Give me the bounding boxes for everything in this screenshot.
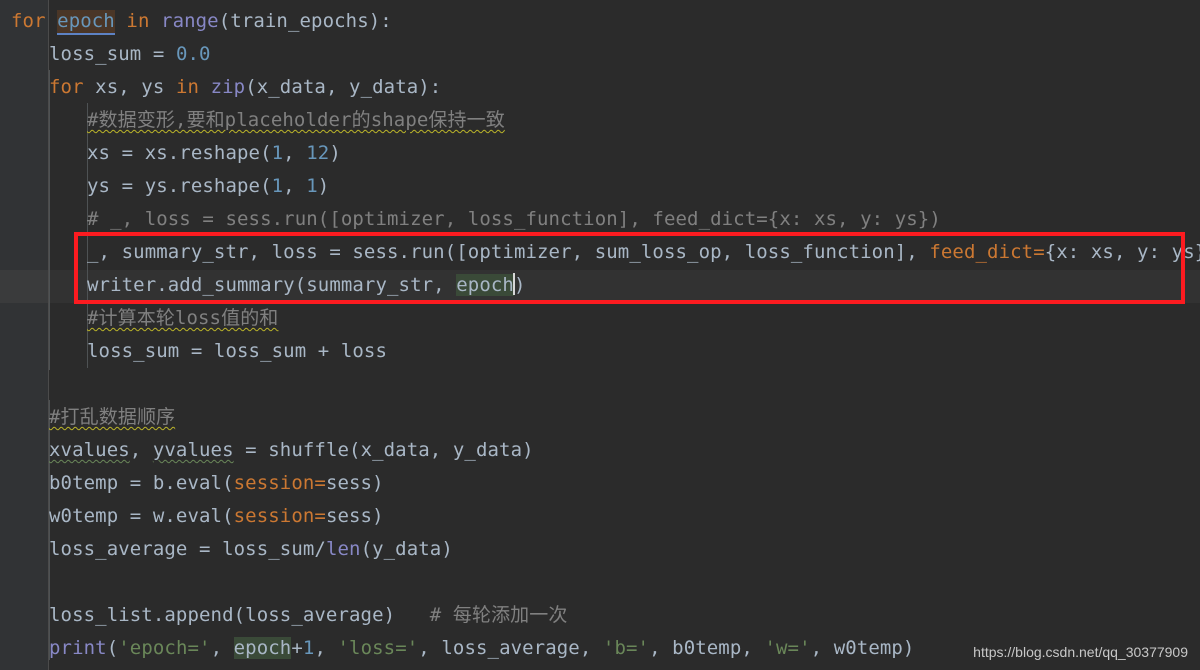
code-token: ( xyxy=(106,637,119,659)
code-line[interactable]: #数据变形,要和placeholder的shape保持一致 xyxy=(87,104,505,137)
code-line[interactable]: loss_sum = 0.0 xyxy=(49,38,211,71)
code-token: range xyxy=(161,10,219,32)
watermark-url: https://blog.csdn.net/qq_30377909 xyxy=(973,644,1188,660)
code-token: , loss_average, xyxy=(418,637,603,659)
code-token: in xyxy=(126,10,162,32)
code-token: loss_sum = loss_sum + loss xyxy=(87,340,388,362)
code-line[interactable]: b0temp = b.eval(session=sess) xyxy=(49,467,384,500)
code-line[interactable]: #计算本轮loss值的和 xyxy=(87,302,278,335)
code-token: #计算本轮loss值的和 xyxy=(87,307,279,329)
code-token: + xyxy=(291,637,303,659)
code-token: feed_dict= xyxy=(929,241,1045,263)
code-token: xs = xs.reshape( xyxy=(87,142,272,164)
code-token: , xyxy=(283,175,307,197)
code-token: xs, ys xyxy=(95,76,176,98)
code-line[interactable]: print('epoch=', epoch+1, 'loss=', loss_a… xyxy=(49,632,914,665)
code-token: epoch xyxy=(456,274,514,296)
code-token: _, summary_str, loss = sess.run([optimiz… xyxy=(87,241,930,263)
code-token: epoch xyxy=(57,10,115,35)
code-line[interactable]: writer.add_summary(summary_str, epoch) xyxy=(87,269,526,302)
code-token: loss_sum = xyxy=(49,43,176,65)
code-editor[interactable]: for epoch in range(train_epochs): loss_su… xyxy=(0,0,1200,670)
code-token: , xyxy=(210,637,234,659)
code-token: sess) xyxy=(325,505,384,527)
code-line[interactable]: loss_average = loss_sum/len(y_data) xyxy=(49,533,453,566)
code-token: {x: xs, y: ys}) xyxy=(1044,241,1200,263)
code-token: loss_list.append(loss_average) xyxy=(49,604,430,626)
code-token: 1 xyxy=(306,175,318,197)
code-line[interactable]: loss_list.append(loss_average) # 每轮添加一次 xyxy=(49,599,567,632)
code-token: # 每轮添加一次 xyxy=(429,604,568,626)
code-token: session= xyxy=(233,472,326,494)
code-token: , w0temp) xyxy=(810,637,915,659)
code-token: 1 xyxy=(271,175,284,197)
code-token: 1 xyxy=(302,637,315,659)
code-token: 'epoch=' xyxy=(118,637,211,659)
code-token: (train_epochs): xyxy=(218,10,392,32)
code-token: , xyxy=(314,637,338,659)
code-token: w0temp = w.eval( xyxy=(49,505,234,527)
code-line[interactable]: #打乱数据顺序 xyxy=(49,401,175,434)
code-line[interactable]: for epoch in range(train_epochs): xyxy=(11,5,392,38)
code-token: ) xyxy=(317,175,330,197)
code-token: 'loss=' xyxy=(337,637,419,659)
code-line[interactable]: w0temp = w.eval(session=sess) xyxy=(49,500,384,533)
code-token: 1 xyxy=(271,142,284,164)
code-token: writer.add_summary(summary_str, xyxy=(87,274,457,296)
code-line[interactable]: _, summary_str, loss = sess.run([optimiz… xyxy=(87,236,1200,269)
code-token: 0.0 xyxy=(175,43,211,65)
code-token: 'w=' xyxy=(764,637,811,659)
code-token: , b0temp, xyxy=(649,637,765,659)
code-token: epoch xyxy=(233,637,292,659)
code-token: (x_data, y_data): xyxy=(245,76,442,98)
code-token: , xyxy=(283,142,307,164)
code-line[interactable]: # _, loss = sess.run([optimizer, loss_fu… xyxy=(87,203,941,236)
code-token: #数据变形,要和placeholder的shape保持一致 xyxy=(87,109,505,131)
code-token: sess) xyxy=(325,472,384,494)
code-token: yvalues xyxy=(152,439,234,461)
code-token: zip xyxy=(210,76,246,98)
code-token: (y_data) xyxy=(360,538,453,560)
code-token: ) xyxy=(513,274,526,296)
code-token: , xyxy=(129,439,153,461)
code-token: xvalues xyxy=(49,439,130,461)
code-token: 12 xyxy=(306,142,330,164)
code-token: loss_average = loss_sum/ xyxy=(49,538,326,560)
code-token: b0temp = b.eval( xyxy=(49,472,234,494)
code-token: #打乱数据顺序 xyxy=(49,406,176,428)
code-line[interactable]: xvalues, yvalues = shuffle(x_data, y_dat… xyxy=(49,434,534,467)
code-token: # _, loss = sess.run([optimizer, loss_fu… xyxy=(87,208,941,230)
code-token: 'b=' xyxy=(602,637,650,659)
code-token: in xyxy=(175,76,211,98)
code-token: ys = ys.reshape( xyxy=(87,175,272,197)
code-token: print xyxy=(49,637,107,659)
code-text-layer[interactable]: for epoch in range(train_epochs): loss_su… xyxy=(0,0,1200,670)
code-token: for xyxy=(49,76,96,98)
code-token: = shuffle(x_data, y_data) xyxy=(233,439,534,461)
code-token: for xyxy=(11,10,58,32)
code-token: len xyxy=(325,538,361,560)
code-token: ) xyxy=(329,142,341,164)
code-line[interactable]: xs = xs.reshape(1, 12) xyxy=(87,137,341,170)
code-line[interactable]: for xs, ys in zip(x_data, y_data): xyxy=(49,71,441,104)
code-token: session= xyxy=(233,505,326,527)
code-line[interactable]: ys = ys.reshape(1, 1) xyxy=(87,170,329,203)
code-line[interactable]: loss_sum = loss_sum + loss xyxy=(87,335,387,368)
